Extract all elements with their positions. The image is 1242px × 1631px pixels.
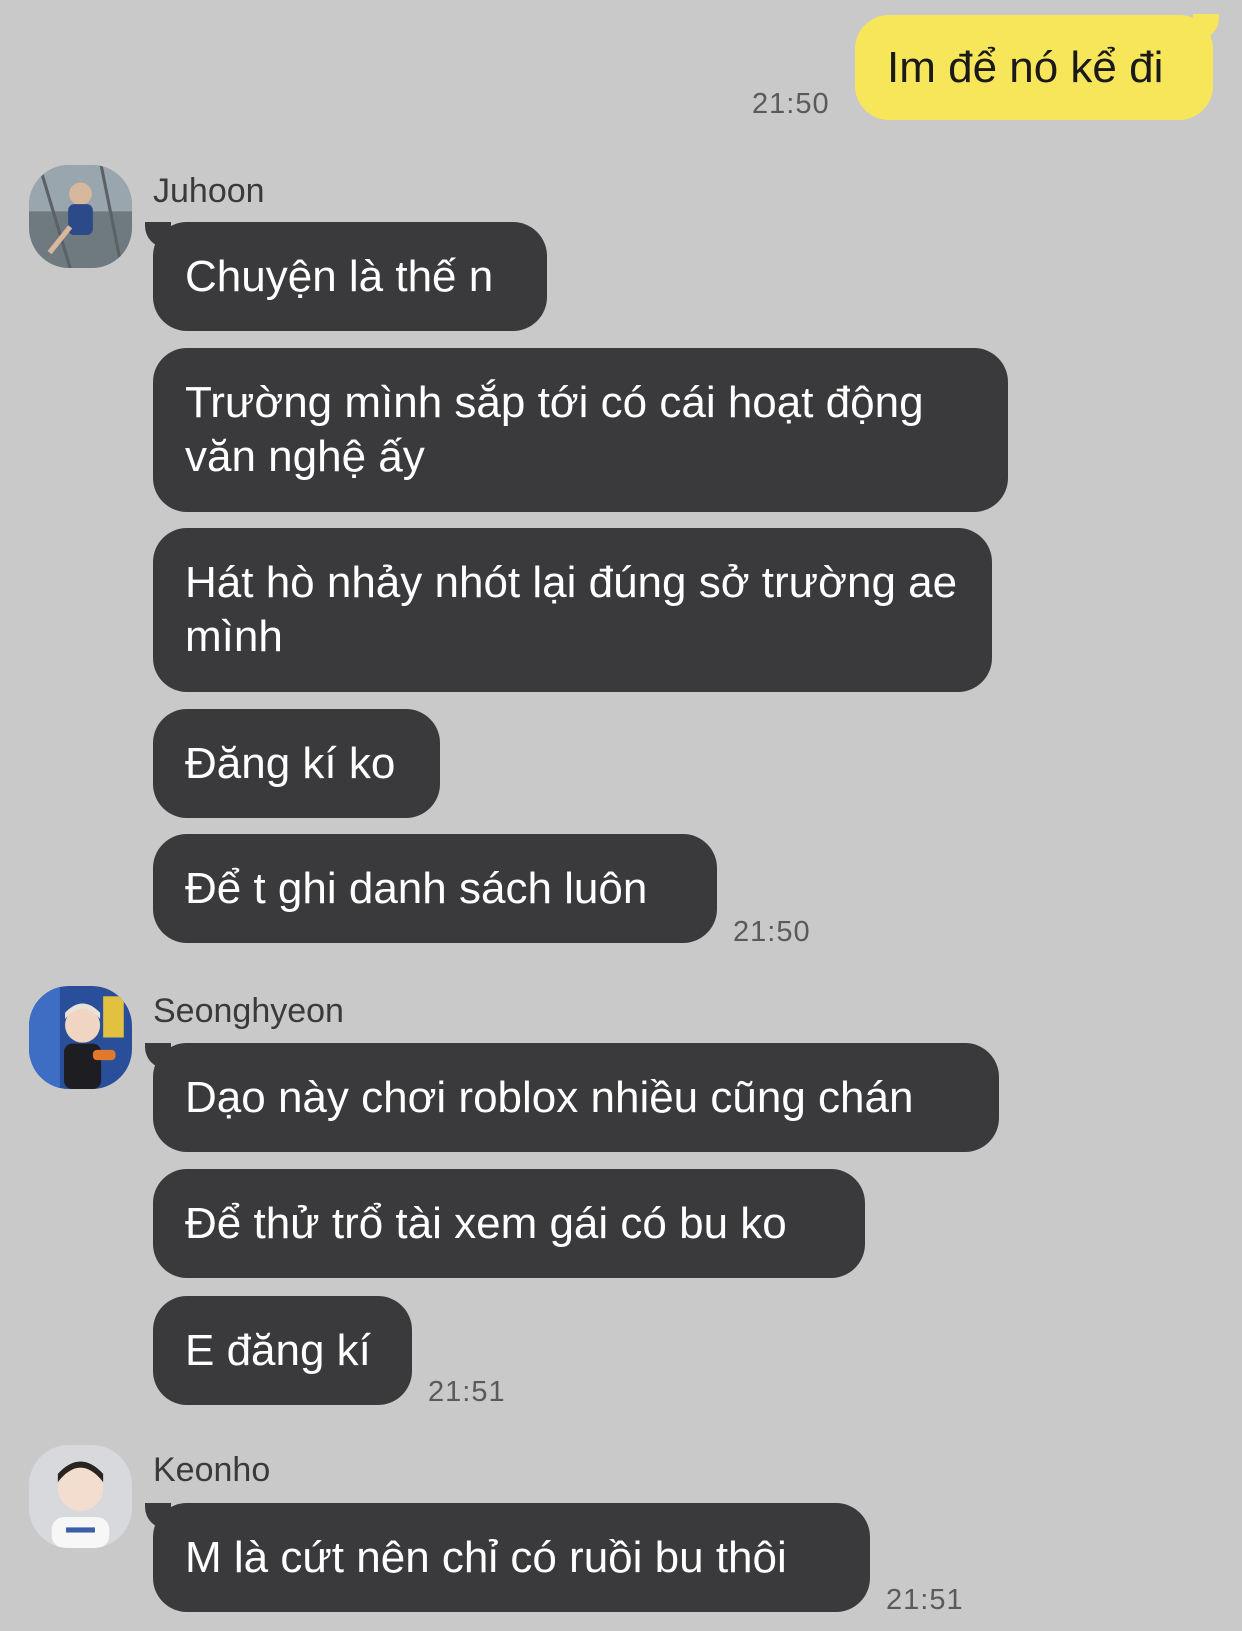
outgoing-message-text: Im để nó kể đi — [887, 42, 1164, 92]
message-text: Để thử trổ tài xem gái có bu ko — [185, 1198, 787, 1248]
incoming-message-bubble[interactable]: Đăng kí ko — [153, 709, 440, 818]
sender-name: Juhoon — [153, 172, 265, 210]
message-timestamp: 21:50 — [733, 916, 811, 948]
message-timestamp: 21:51 — [886, 1584, 964, 1616]
incoming-message-bubble[interactable]: Trường mình sắp tới có cái hoạt động văn… — [153, 348, 1008, 512]
avatar[interactable] — [29, 986, 132, 1089]
avatar-juhoon-icon — [29, 165, 132, 268]
message-text: Để t ghi danh sách luôn — [185, 863, 648, 913]
sender-name: Keonho — [153, 1451, 271, 1489]
avatar-seonghyeon-icon — [29, 986, 132, 1089]
incoming-message-bubble[interactable]: Hát hò nhảy nhót lại đúng sở trường ae m… — [153, 528, 992, 692]
incoming-message-bubble[interactable]: Để thử trổ tài xem gái có bu ko — [153, 1169, 865, 1278]
incoming-message-bubble[interactable]: M là cứt nên chỉ có ruồi bu thôi — [153, 1503, 870, 1612]
incoming-message-bubble[interactable]: Để t ghi danh sách luôn — [153, 834, 717, 943]
avatar[interactable] — [29, 1445, 132, 1548]
message-text: Hát hò nhảy nhót lại đúng sở trường ae m… — [185, 558, 958, 661]
incoming-message-bubble[interactable]: Chuyện là thế n — [153, 222, 547, 331]
avatar-keonho-icon — [29, 1445, 132, 1548]
avatar[interactable] — [29, 165, 132, 268]
incoming-message-bubble[interactable]: E đăng kí — [153, 1296, 412, 1405]
message-text: M là cứt nên chỉ có ruồi bu thôi — [185, 1532, 787, 1582]
incoming-message-bubble[interactable]: Dạo này chơi roblox nhiều cũng chán — [153, 1043, 999, 1152]
message-text: Chuyện là thế n — [185, 251, 494, 301]
sender-name: Seonghyeon — [153, 992, 344, 1030]
message-timestamp: 21:50 — [752, 88, 830, 120]
message-text: E đăng kí — [185, 1325, 371, 1375]
message-timestamp: 21:51 — [428, 1376, 506, 1408]
outgoing-message-bubble[interactable]: Im để nó kể đi — [855, 15, 1213, 120]
message-text: Đăng kí ko — [185, 738, 396, 788]
message-text: Trường mình sắp tới có cái hoạt động văn… — [185, 378, 924, 481]
message-text: Dạo này chơi roblox nhiều cũng chán — [185, 1072, 914, 1122]
